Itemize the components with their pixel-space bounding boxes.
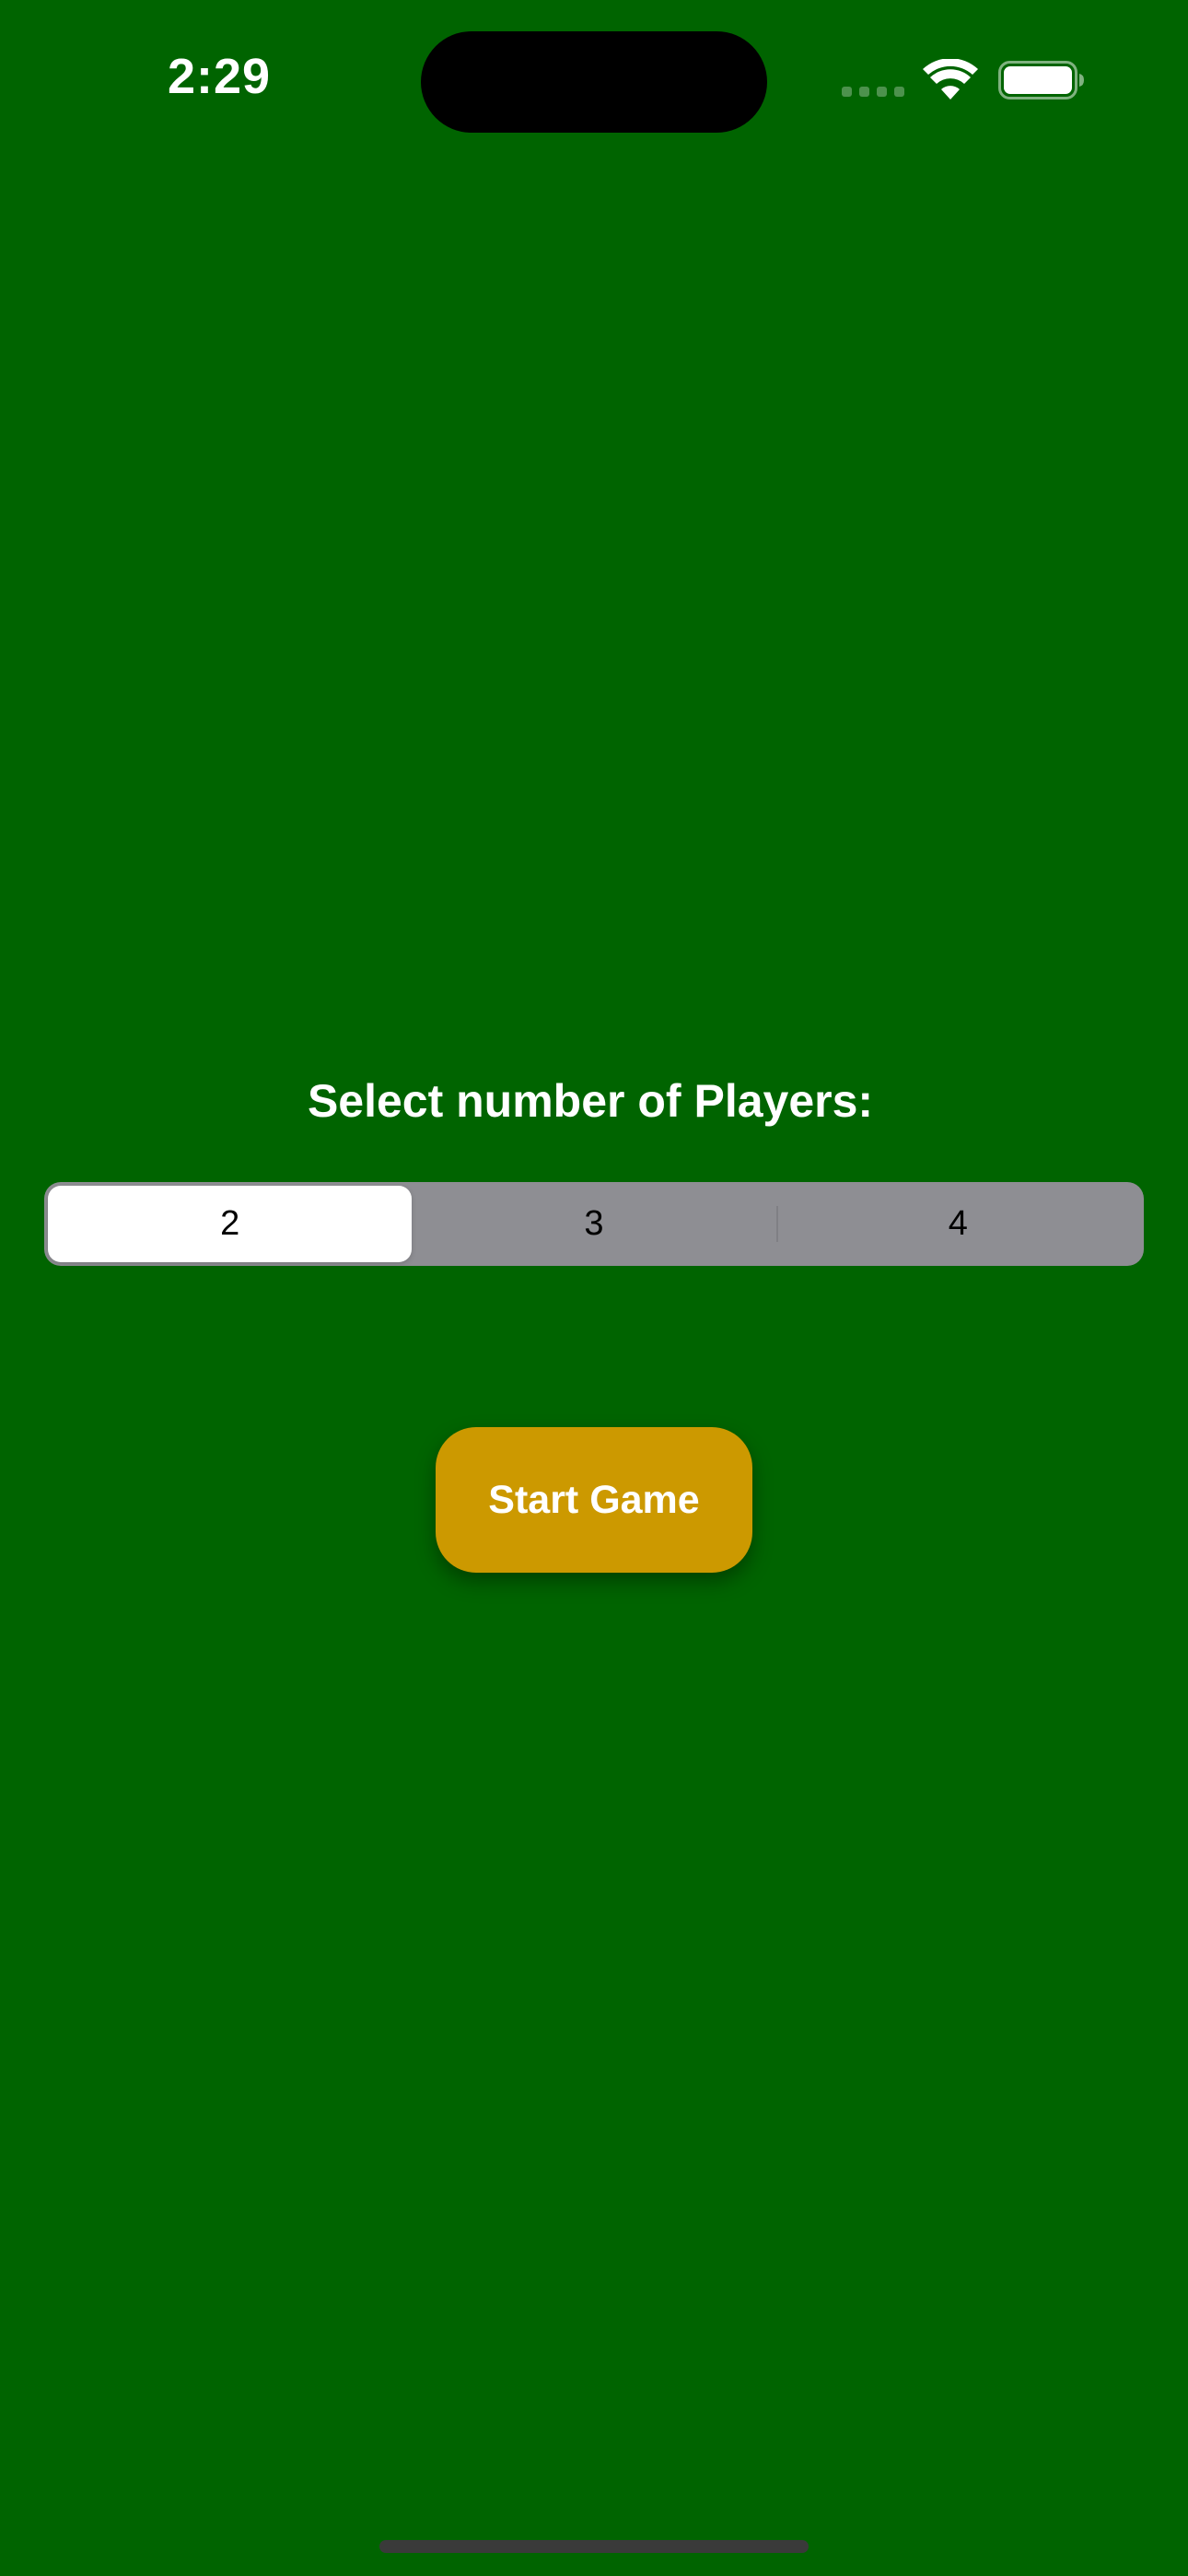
player-count-segmented-control[interactable]: 2 3 4 (44, 1182, 1144, 1266)
wifi-icon (923, 59, 978, 100)
segment-2-players[interactable]: 2 (48, 1186, 413, 1262)
page-title: Select number of Players: (307, 1075, 874, 1127)
status-time: 2:29 (168, 49, 272, 104)
cellular-signal-icon (842, 87, 904, 97)
segment-3-players[interactable]: 3 (412, 1186, 775, 1262)
battery-icon (998, 61, 1084, 100)
start-game-button[interactable]: Start Game (436, 1427, 752, 1573)
dynamic-island (421, 31, 767, 133)
segment-4-players[interactable]: 4 (775, 1186, 1140, 1262)
home-indicator[interactable] (379, 2540, 809, 2553)
